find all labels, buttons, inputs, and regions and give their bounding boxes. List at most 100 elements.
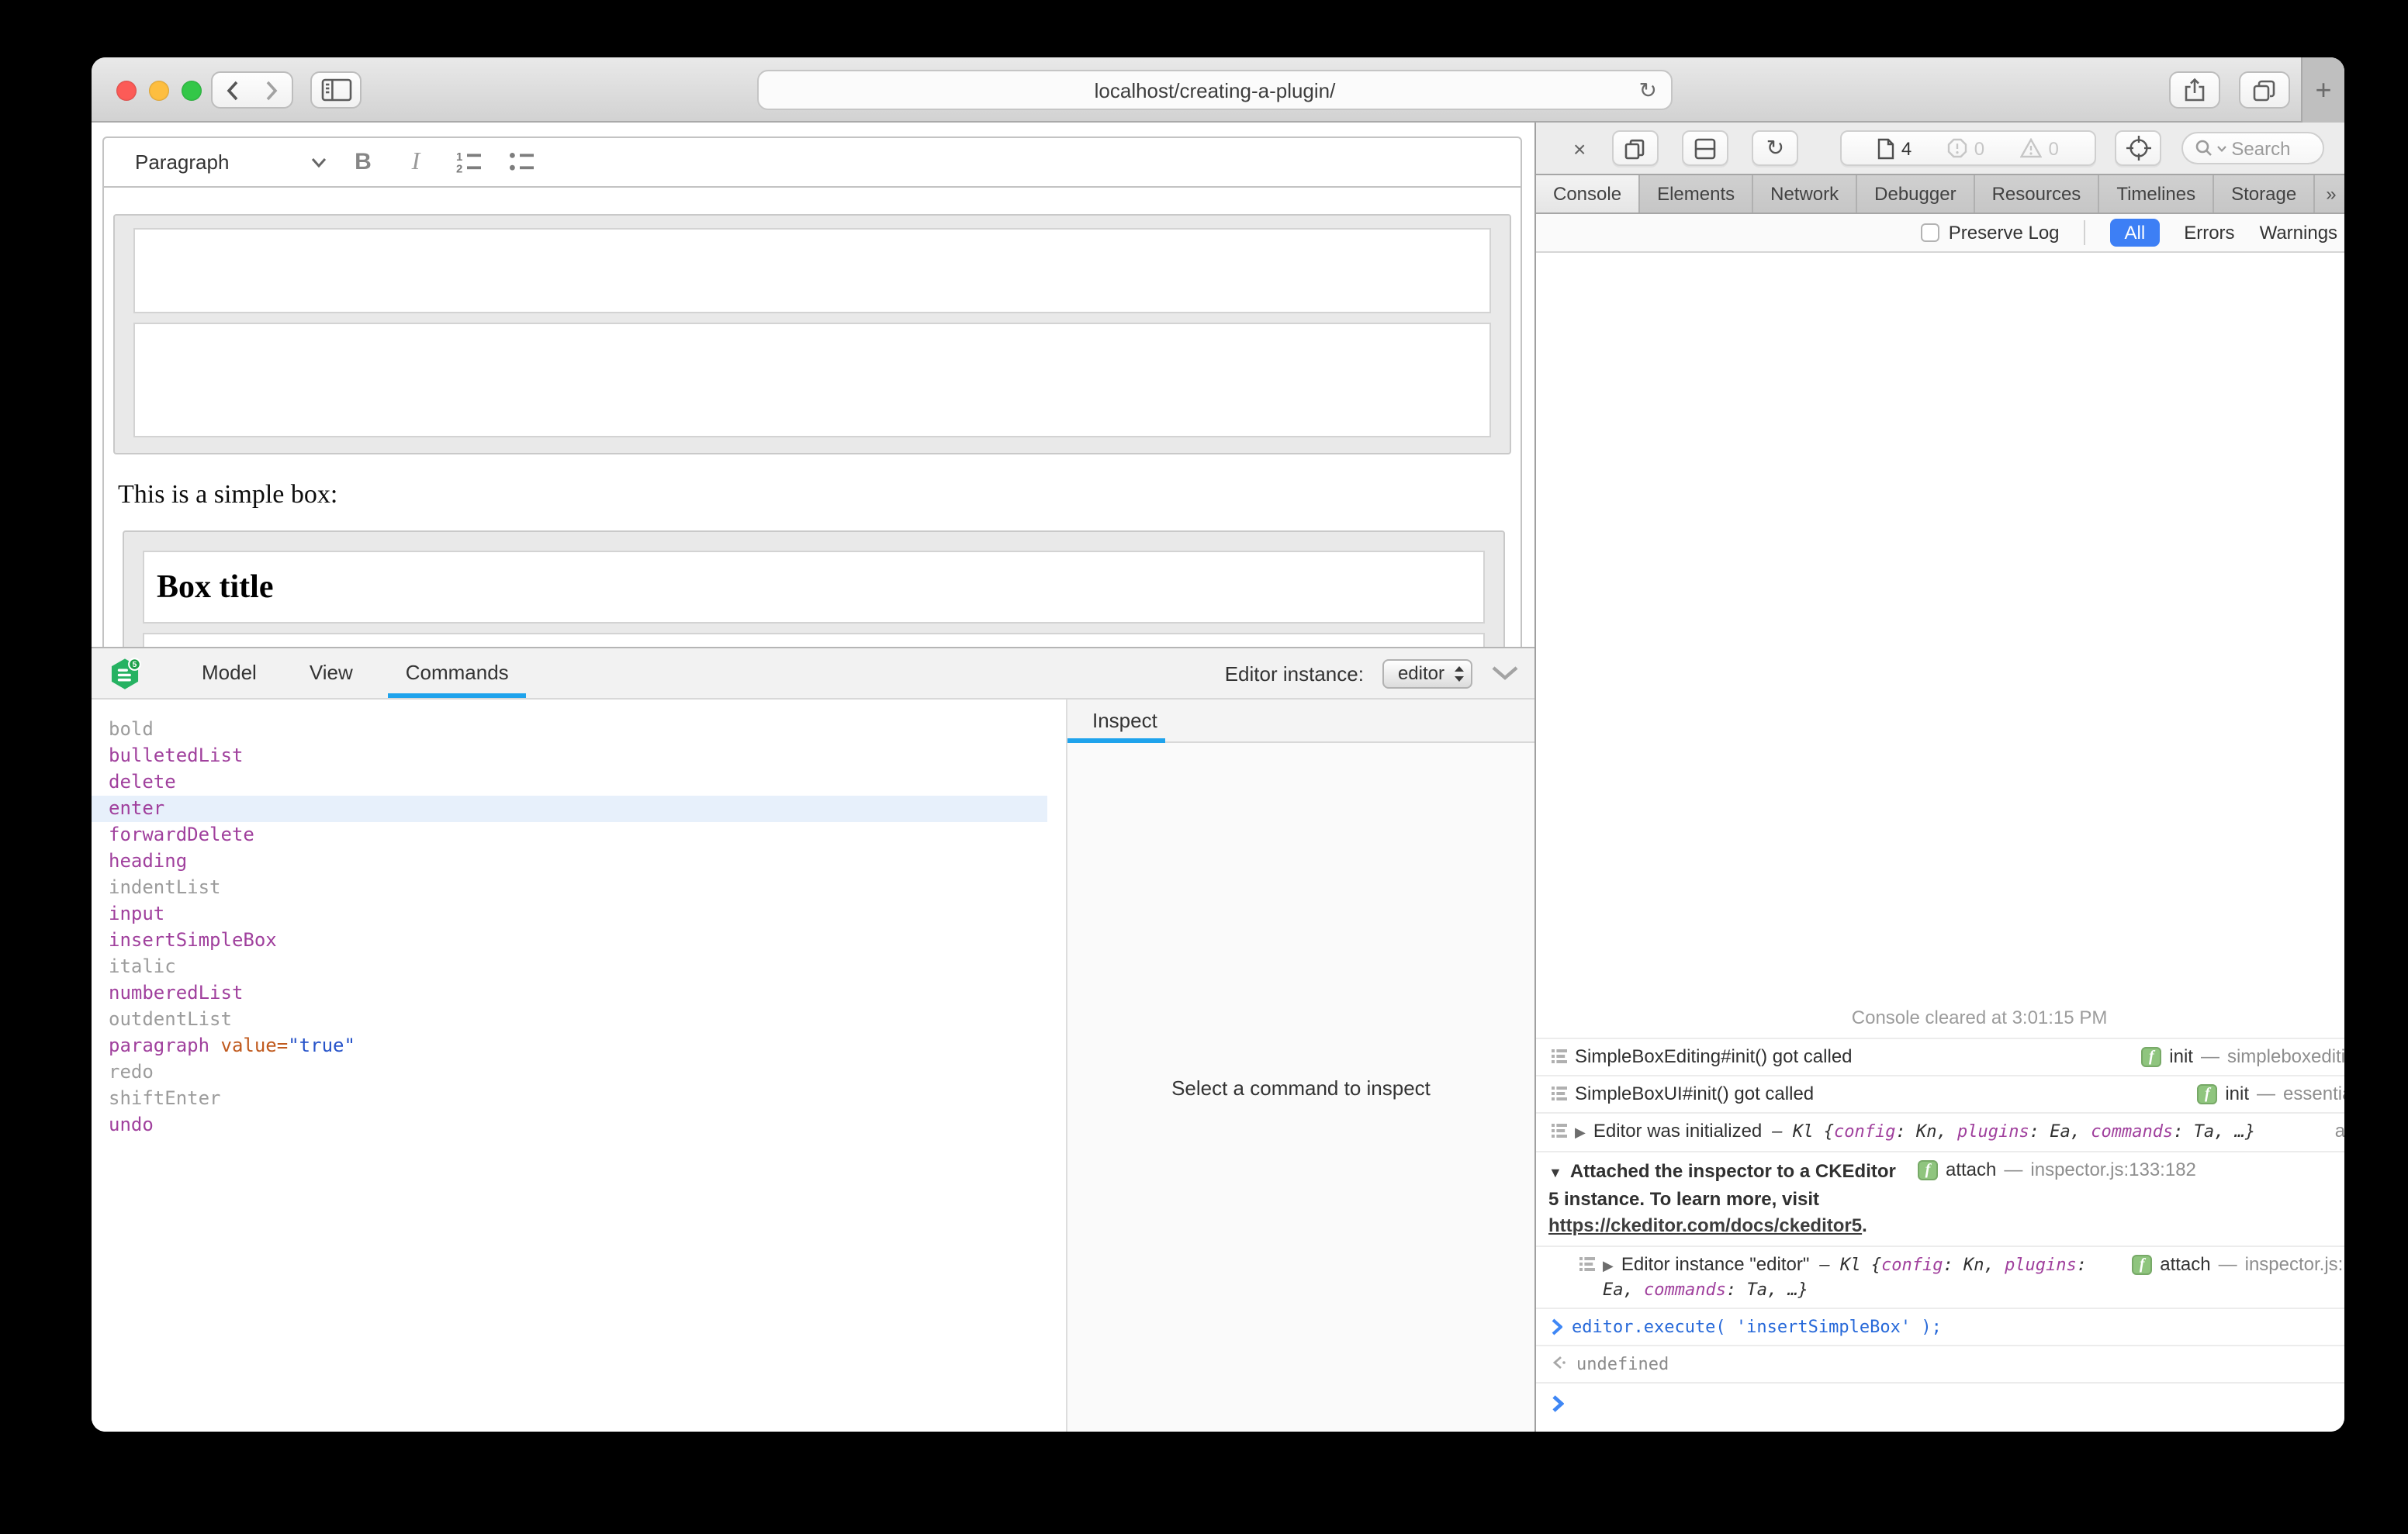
editor-instance-select[interactable]: editor [1382,658,1472,688]
tab-overview-button[interactable] [2239,71,2290,109]
close-inspector-button[interactable]: × [1573,137,1586,159]
bold-button[interactable]: B [337,149,389,175]
preserve-log-control[interactable]: Preserve Log [1921,222,2060,244]
command-name: bold [109,718,154,740]
console-location-link[interactable]: inspector.js:133:182 [2030,1159,2196,1182]
back-button[interactable] [211,71,253,109]
command-item-italic[interactable]: italic [92,954,1066,980]
badge-label: attach [1946,1159,1996,1182]
command-item-indentList[interactable]: indentList [92,875,1066,901]
sidebar-toggle-button[interactable] [310,71,362,109]
ck-tab-model[interactable]: Model [175,648,283,698]
disclosure-closed-icon[interactable]: ▶ [1575,1125,1586,1140]
stepper-icon [1454,665,1465,682]
share-icon [2183,78,2206,102]
ck-tab-view[interactable]: View [283,648,379,698]
inspector-tab-resources[interactable]: Resources [1975,175,2100,212]
inspector-tab-console[interactable]: Console [1536,175,1640,212]
command-item-heading[interactable]: heading [92,848,1066,875]
command-item-outdentList[interactable]: outdentList [92,1007,1066,1033]
log-type-icon [1552,1123,1569,1140]
console-message[interactable]: SimpleBoxUI#init() got calledfinit—essen… [1536,1075,2344,1112]
command-item-input[interactable]: input [92,901,1066,928]
ck-inspector-controls: Editor instance: editor [1225,648,1519,698]
console-message[interactable]: undefined [1536,1345,2344,1382]
detach-inspector-button[interactable] [1612,130,1659,166]
command-item-numberedList[interactable]: numberedList [92,980,1066,1007]
simple-box-description-field[interactable] [143,633,1485,648]
filter-scope-errors[interactable]: Errors [2184,222,2234,244]
simple-box-description-field[interactable] [133,323,1491,437]
close-window-button[interactable] [116,81,137,101]
italic-button[interactable]: I [389,148,442,176]
inspector-tab-elements[interactable]: Elements [1640,175,1753,212]
issues-summary-button[interactable]: 4 0 0 [1840,130,2096,166]
element-picker-button[interactable] [2115,130,2161,166]
command-item-bulletedList[interactable]: bulletedList [92,743,1066,769]
more-tabs-button[interactable]: » [2315,175,2344,212]
console-message[interactable]: ▼Attached the inspector to a CKEditor 5 … [1536,1151,2344,1246]
command-item-bold[interactable]: bold [92,717,1066,743]
command-item-insertSimpleBox[interactable]: insertSimpleBox [92,928,1066,954]
command-item-forwardDelete[interactable]: forwardDelete [92,822,1066,848]
inspector-tab-network[interactable]: Network [1753,175,1857,212]
command-name: insertSimpleBox [109,929,277,951]
numbered-list-button[interactable]: 1 2 [442,150,495,174]
console-location-link[interactable]: inspector.js:133:326 [2245,1253,2344,1277]
console-location-link[interactable]: simpleboxediting.js:19 [2227,1045,2344,1069]
inspector-search-field[interactable]: Search [2181,132,2324,164]
paragraph-dropdown-label: Paragraph [135,150,229,174]
filter-scope-warnings[interactable]: Warnings [2260,222,2338,244]
bulleted-list-button[interactable] [495,150,548,174]
paragraph-dropdown[interactable]: Paragraph [135,150,337,174]
function-badge-icon: f [2141,1047,2161,1067]
dock-inspector-button[interactable] [1682,130,1728,166]
console-message[interactable]: SimpleBoxEditing#init() got calledfinit—… [1536,1038,2344,1075]
command-item-enter[interactable]: enter [92,796,1047,822]
console-prompt[interactable] [1536,1382,2344,1432]
ck-tab-commands[interactable]: Commands [379,648,535,698]
disclosure-closed-icon[interactable]: ▶ [1603,1258,1614,1273]
inspector-tab-storage[interactable]: Storage [2214,175,2315,212]
command-item-redo[interactable]: redo [92,1059,1066,1086]
disclosure-open-icon[interactable]: ▼ [1548,1165,1562,1180]
command-attr: value= [209,1035,288,1056]
minimize-window-button[interactable] [149,81,169,101]
console-message[interactable]: ▶Editor was initialized – Kl {config: Kn… [1536,1112,2344,1151]
function-badge-icon: f [2197,1084,2217,1104]
plus-icon: + [2315,74,2331,106]
content-paragraph[interactable]: This is a simple box: [118,479,1521,510]
inspector-tab-bar: ConsoleElementsNetworkDebuggerResourcesT… [1536,174,2344,214]
filter-scope-all[interactable]: All [2111,219,2160,247]
zoom-window-button[interactable] [182,81,202,101]
preserve-log-checkbox[interactable] [1921,223,1939,242]
console-link[interactable]: https://ckeditor.com/docs/ckeditor5 [1548,1214,1862,1236]
simple-box-widget-empty[interactable] [113,214,1511,454]
command-item-shiftEnter[interactable]: shiftEnter [92,1086,1066,1112]
simple-box-title-field[interactable]: Box title [143,551,1485,624]
tab-inspect[interactable]: Inspect [1067,700,1157,741]
message-text: Editor was initialized [1593,1120,1762,1142]
command-item-delete[interactable]: delete [92,769,1066,796]
editor-content-area[interactable]: This is a simple box: Box title [102,188,1522,648]
forward-button[interactable] [251,71,293,109]
address-bar[interactable]: localhost/creating-a-plugin/ ↻ [757,70,1673,110]
collapse-panel-icon[interactable] [1491,665,1519,681]
simple-box-title-field[interactable] [133,228,1491,313]
command-item-paragraph[interactable]: paragraph value="true" [92,1033,1066,1059]
reload-page-button[interactable]: ↻ [1752,130,1798,166]
reload-icon[interactable]: ↻ [1639,79,1657,101]
dock-split-icon [1694,137,1716,159]
new-tab-button[interactable]: + [2301,57,2344,123]
bulleted-list-icon [508,150,535,174]
console-message[interactable]: ▶Editor instance "editor" – Kl {config: … [1536,1246,2344,1308]
simple-box-widget[interactable]: Box title [123,530,1505,648]
share-button[interactable] [2169,71,2220,109]
console-message[interactable]: editor.execute( 'insertSimpleBox' ); [1536,1308,2344,1345]
command-item-undo[interactable]: undo [92,1112,1066,1138]
object-preview-segment: : Kn, [1943,1255,2005,1275]
inspector-tab-debugger[interactable]: Debugger [1857,175,1974,212]
console-location-link[interactable]: essentials.js:35 [2283,1083,2344,1106]
console-location-link[interactable]: app.js:31 [2335,1120,2344,1143]
inspector-tab-timelines[interactable]: Timelines [2099,175,2214,212]
